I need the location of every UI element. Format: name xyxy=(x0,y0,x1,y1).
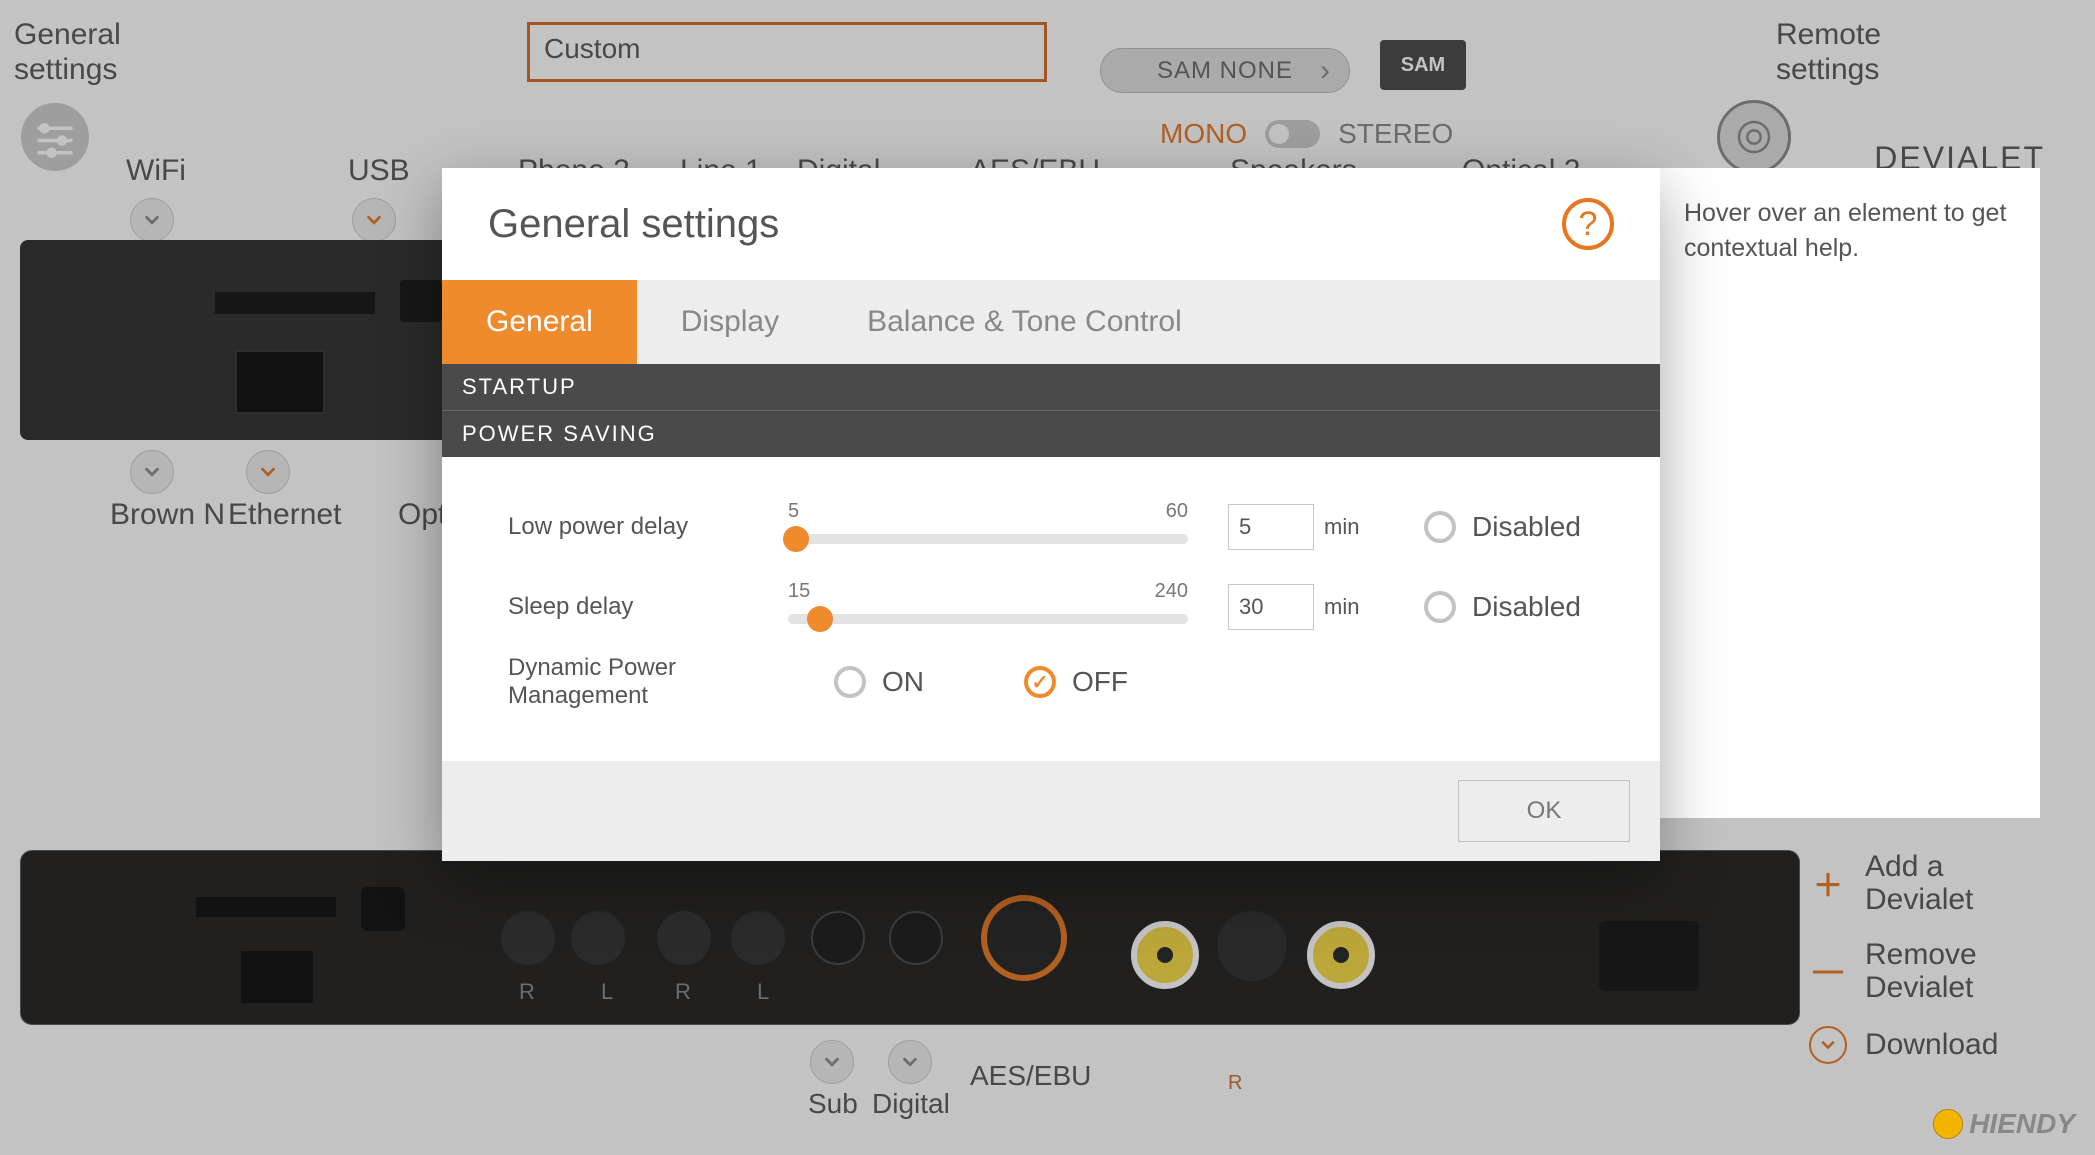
sleep-unit: min xyxy=(1324,594,1364,620)
low-power-disabled-label: Disabled xyxy=(1472,511,1581,543)
tab-balance-tone[interactable]: Balance & Tone Control xyxy=(823,280,1226,364)
sleep-delay-label: Sleep delay xyxy=(508,593,788,621)
ok-button[interactable]: OK xyxy=(1458,780,1630,842)
radio-icon-checked xyxy=(1024,666,1056,698)
hiendy-ball-icon xyxy=(1933,1109,1963,1139)
sleep-value-input[interactable] xyxy=(1228,584,1314,630)
radio-icon xyxy=(834,666,866,698)
hiendy-watermark: HIENDY xyxy=(1933,1108,2075,1140)
tab-display[interactable]: Display xyxy=(637,280,823,364)
low-power-value-input[interactable] xyxy=(1228,504,1314,550)
sleep-disabled-label: Disabled xyxy=(1472,591,1581,623)
low-power-slider[interactable]: 5 60 xyxy=(788,522,1188,532)
help-text: Hover over an element to get contextual … xyxy=(1684,199,2006,262)
low-power-max: 60 xyxy=(1166,500,1188,523)
sleep-min: 15 xyxy=(788,580,810,603)
dpm-label: Dynamic Power Management xyxy=(508,654,788,710)
radio-icon xyxy=(1424,591,1456,623)
modal-title: General settings xyxy=(488,202,779,247)
help-panel: Hover over an element to get contextual … xyxy=(1660,168,2040,818)
dpm-on-option[interactable]: ON xyxy=(834,666,924,698)
low-power-delay-label: Low power delay xyxy=(508,513,788,541)
dpm-off-option[interactable]: OFF xyxy=(1024,666,1128,698)
sleep-slider[interactable]: 15 240 xyxy=(788,602,1188,612)
help-icon[interactable]: ? xyxy=(1562,198,1614,250)
radio-icon xyxy=(1424,511,1456,543)
low-power-unit: min xyxy=(1324,514,1364,540)
section-startup[interactable]: STARTUP xyxy=(442,364,1660,411)
tab-general[interactable]: General xyxy=(442,280,637,364)
dpm-off-label: OFF xyxy=(1072,666,1128,698)
low-power-disabled-option[interactable]: Disabled xyxy=(1424,511,1581,543)
section-power-saving[interactable]: POWER SAVING xyxy=(442,411,1660,457)
general-settings-modal: General settings ? General Display Balan… xyxy=(442,168,1660,861)
sleep-disabled-option[interactable]: Disabled xyxy=(1424,591,1581,623)
dpm-on-label: ON xyxy=(882,666,924,698)
sleep-max: 240 xyxy=(1155,580,1188,603)
hiendy-text: HIENDY xyxy=(1969,1108,2075,1140)
low-power-min: 5 xyxy=(788,500,799,523)
